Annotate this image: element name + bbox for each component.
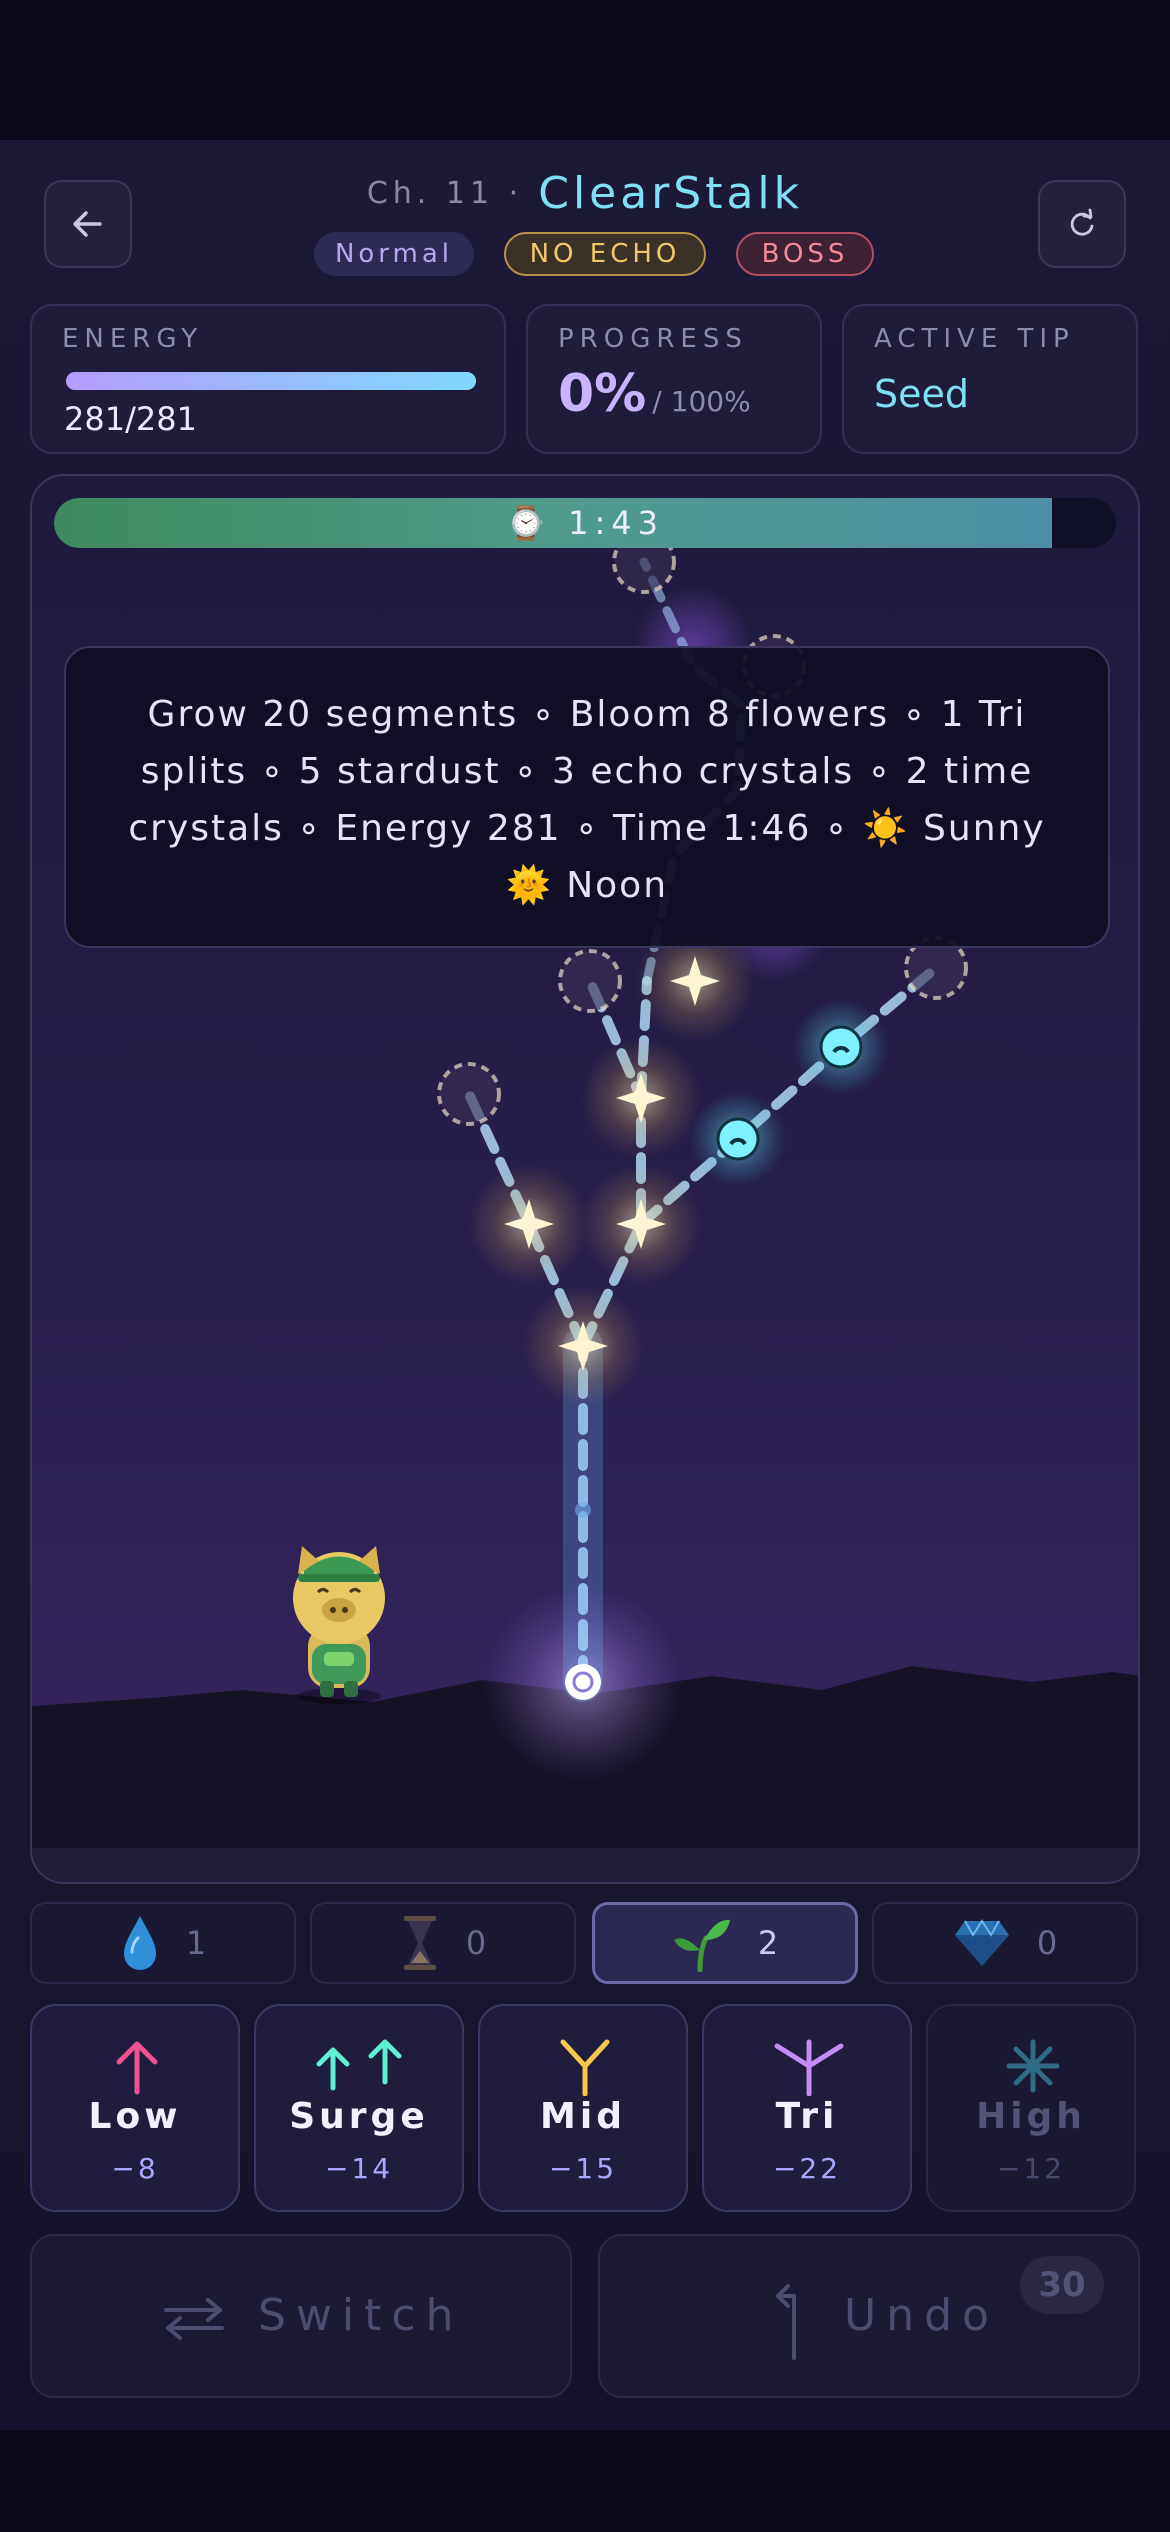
goal-line: Grow 20 segments ∘ Bloom 8 flowers ∘ 1 T… — [147, 694, 1027, 735]
move-name: Low — [88, 2096, 182, 2137]
switch-button[interactable]: Switch — [30, 2234, 572, 2398]
sap-bead — [575, 1502, 591, 1518]
active-tip-value: Seed — [874, 372, 969, 416]
active-tip-card: ACTIVE TIP Seed — [842, 304, 1138, 454]
energy-bar — [66, 372, 476, 390]
progress-value: 0% — [558, 364, 647, 424]
arrow-up-icon — [116, 2041, 158, 2095]
game-board[interactable]: ⌚ 1:43 Grow 20 segments ∘ Bloom 8 flower… — [30, 474, 1140, 1884]
bottom-safe-area — [0, 2430, 1170, 2532]
chapter-number: Ch. 11 · — [366, 176, 524, 211]
inventory-slot-gem[interactable]: 0 — [872, 1902, 1138, 1984]
grow-low-button[interactable]: Low −8 — [30, 2004, 240, 2212]
energy-card: ENERGY 281/281 — [30, 304, 506, 454]
sprout-icon — [673, 1919, 730, 1972]
move-name: High — [976, 2096, 1086, 2137]
move-cost: −14 — [324, 2152, 394, 2185]
timer-bar: ⌚ 1:43 — [54, 498, 1116, 548]
swap-arrows-icon — [164, 2298, 224, 2340]
goal-line: splits ∘ 5 stardust ∘ 3 echo crystals ∘ … — [140, 751, 1034, 792]
inventory-count: 1 — [185, 1924, 207, 1962]
restart-button[interactable] — [1038, 180, 1126, 268]
energy-bar-fill — [66, 372, 476, 390]
inventory-count: 0 — [465, 1924, 487, 1962]
goal-line: crystals ∘ Energy 281 ∘ Time 1:46 ∘ ☀️ S… — [128, 808, 1046, 849]
progress-label: PROGRESS — [558, 324, 748, 354]
grow-tri-button[interactable]: Tri −22 — [702, 2004, 912, 2212]
move-cost: −8 — [111, 2152, 159, 2185]
goal-line: 🌞 Noon — [505, 865, 669, 906]
move-name: Surge — [289, 2096, 429, 2137]
grow-high-button[interactable]: High −12 — [926, 2004, 1136, 2212]
undo-count-badge: 30 — [1020, 2256, 1104, 2314]
gardener-pig-character — [293, 1546, 385, 1704]
ground-strip — [32, 1848, 1138, 1882]
boss-badge: BOSS — [736, 232, 874, 276]
switch-label: Switch — [258, 2290, 464, 2341]
double-arrow-icon — [316, 2039, 402, 2091]
y-split-icon — [560, 2039, 610, 2096]
restart-icon — [1070, 208, 1094, 236]
level-goals-panel: Grow 20 segments ∘ Bloom 8 flowers ∘ 1 T… — [64, 646, 1110, 948]
grow-mid-button[interactable]: Mid −15 — [478, 2004, 688, 2212]
timer-value: ⌚ 1:43 — [506, 504, 664, 542]
asterisk-icon — [1006, 2039, 1060, 2093]
active-tip-label: ACTIVE TIP — [874, 324, 1075, 354]
grow-surge-button[interactable]: Surge −14 — [254, 2004, 464, 2212]
inventory-count: 2 — [757, 1924, 779, 1962]
move-cost: −12 — [996, 2152, 1066, 2185]
progress-card: PROGRESS 0%/ 100% — [526, 304, 822, 454]
water-drop-icon — [123, 1916, 156, 1970]
hourglass-icon — [403, 1916, 436, 1970]
inventory-slot-hourglass[interactable]: 0 — [310, 1902, 576, 1984]
tri-split-icon — [774, 2039, 844, 2096]
move-name: Tri — [775, 2096, 839, 2137]
move-cost: −22 — [772, 2152, 842, 2185]
move-cost: −15 — [548, 2152, 618, 2185]
undo-button[interactable]: Undo 30 — [598, 2234, 1140, 2398]
inventory-slot-water[interactable]: 1 — [30, 1902, 296, 1984]
difficulty-badge: Normal — [314, 232, 474, 276]
inventory-slot-sprout[interactable]: 2 — [592, 1902, 858, 1984]
inventory-count: 0 — [1036, 1924, 1058, 1962]
level-header: Ch. 11 · ClearStalk — [0, 168, 1170, 219]
energy-value: 281/281 — [64, 400, 197, 438]
no-echo-badge: NO ECHO — [504, 232, 706, 276]
gem-icon — [954, 1919, 1009, 1966]
level-title: ClearStalk — [538, 168, 804, 219]
progress-target: / 100% — [652, 385, 751, 418]
undo-label: Undo — [844, 2290, 999, 2341]
move-name: Mid — [540, 2096, 626, 2137]
seed-node[interactable] — [565, 1664, 601, 1700]
undo-icon — [776, 2284, 796, 2360]
energy-label: ENERGY — [62, 324, 204, 354]
